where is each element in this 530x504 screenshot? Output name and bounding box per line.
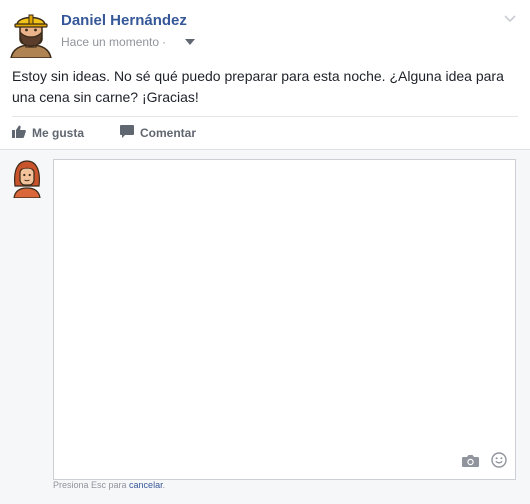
caret-down-icon[interactable] [185, 39, 196, 45]
comment-bubble-icon [120, 125, 140, 141]
camera-icon[interactable] [462, 454, 479, 472]
post-meta: Hace un momento · [61, 35, 196, 49]
smiley-icon[interactable] [491, 452, 507, 473]
post-text: Estoy sin ideas. No sé qué puedo prepara… [12, 68, 504, 105]
comment-label: Comentar [140, 126, 197, 140]
comment-input[interactable] [53, 159, 516, 480]
comment-tools [462, 452, 507, 473]
comment-button[interactable]: Comentar [120, 125, 196, 141]
like-label: Me gusta [32, 126, 85, 140]
chevron-down-icon[interactable] [504, 12, 516, 26]
like-button[interactable]: Me gusta [12, 125, 84, 141]
cancel-link[interactable]: cancelar [129, 480, 163, 490]
comment-hint: Presiona Esc para cancelar. [53, 480, 165, 490]
thumbs-up-icon [12, 125, 32, 141]
current-user-avatar[interactable] [12, 158, 42, 199]
post-actions: Me gusta Comentar [12, 119, 232, 147]
hint-suffix: . [162, 480, 166, 490]
timestamp[interactable]: Hace un momento [61, 35, 159, 49]
comments-area: Presiona Esc para cancelar. [0, 149, 530, 504]
post-card: Daniel Hernández Hace un momento · Estoy… [0, 0, 530, 504]
hint-prefix: Presiona Esc para [53, 480, 130, 490]
author-name[interactable]: Daniel Hernández [61, 12, 187, 29]
meta-separator: · [162, 35, 167, 49]
author-avatar[interactable] [7, 10, 55, 59]
divider [12, 116, 518, 117]
